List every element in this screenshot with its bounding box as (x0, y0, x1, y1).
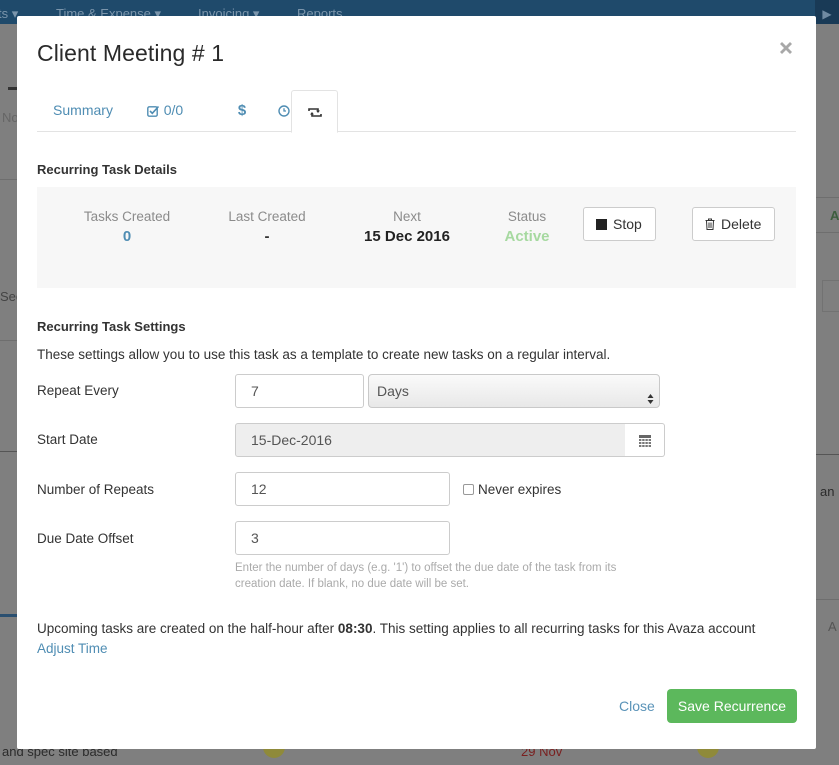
recurring-task-modal: Client Meeting # 1 Summary 0/0 $ Recurri… (17, 16, 816, 749)
clock-icon (278, 102, 290, 118)
tasks-created-stat: Tasks Created 0 (77, 209, 177, 245)
checkbox-icon (146, 102, 160, 118)
background-text: A (830, 208, 839, 223)
save-recurrence-button[interactable]: Save Recurrence (667, 689, 797, 723)
tasks-created-label: Tasks Created (83, 209, 171, 224)
repeat-unit-value: Days (377, 383, 409, 399)
background-nav-item: ts ▾ (0, 6, 19, 21)
background-divider (816, 454, 839, 455)
background-divider (0, 340, 17, 341)
number-of-repeats-value: 12 (251, 481, 267, 497)
background-divider (816, 599, 839, 600)
number-of-repeats-input[interactable]: 12 (235, 472, 450, 506)
background-text: an (820, 484, 835, 499)
start-date-input[interactable]: 15-Dec-2016 (235, 423, 626, 457)
repeat-every-label: Repeat Every (37, 383, 119, 398)
upcoming-time: 08:30 (337, 621, 373, 636)
background-divider (816, 232, 839, 233)
close-button[interactable]: Close (619, 698, 655, 714)
never-expires-label: Never expires (478, 482, 562, 497)
last-created-value: - (264, 228, 270, 245)
upcoming-prefix: Upcoming tasks are created on the half-h… (37, 621, 338, 636)
last-created-stat: Last Created - (217, 209, 317, 245)
stop-button-label: Stop (613, 216, 642, 232)
background-text: A (828, 619, 837, 634)
repeat-every-input[interactable]: 7 (235, 374, 364, 408)
close-icon[interactable] (778, 40, 796, 58)
next-value: 15 Dec 2016 (364, 228, 450, 245)
tab-recurring[interactable] (291, 90, 338, 133)
repeat-unit-select[interactable]: Days (368, 374, 660, 408)
trash-icon (705, 216, 721, 232)
background-divider (0, 179, 17, 180)
recurring-details-panel: Tasks Created 0 Last Created - Next 15 D… (37, 187, 796, 288)
due-date-offset-help: Enter the number of days (e.g. '1') to o… (235, 562, 617, 590)
tab-summary[interactable]: Summary (53, 90, 113, 132)
delete-button[interactable]: Delete (692, 207, 775, 241)
due-date-offset-label: Due Date Offset (37, 531, 134, 546)
status-stat: Status Active (497, 209, 557, 245)
start-date-label: Start Date (37, 432, 98, 447)
modal-title: Client Meeting # 1 (37, 40, 225, 66)
status-label: Status (507, 209, 547, 224)
number-of-repeats-label: Number of Repeats (37, 482, 155, 497)
due-date-offset-input[interactable]: 3 (235, 521, 450, 555)
never-expires-checkbox[interactable]: Never expires (463, 482, 561, 497)
last-created-label: Last Created (228, 209, 306, 224)
calendar-icon (638, 434, 651, 451)
next-label: Next (393, 209, 421, 224)
settings-description: These settings allow you to use this tas… (37, 347, 611, 362)
start-date-value: 15-Dec-2016 (251, 432, 332, 448)
dollar-icon: $ (237, 102, 247, 119)
tab-checklist-label: 0/0 (163, 102, 184, 118)
status-badge: Active (504, 228, 550, 245)
delete-button-label: Delete (721, 216, 762, 232)
repeat-every-value: 7 (251, 383, 259, 399)
tab-billing[interactable]: $ (227, 90, 257, 132)
stop-button[interactable]: Stop (583, 207, 656, 241)
background-box (822, 280, 839, 312)
checkbox-unchecked-icon[interactable] (463, 484, 474, 495)
tab-summary-label: Summary (53, 102, 113, 118)
settings-heading: Recurring Task Settings (37, 319, 186, 334)
stop-icon (596, 216, 613, 232)
details-heading: Recurring Task Details (37, 162, 177, 177)
background-divider (0, 451, 17, 452)
tab-checklist[interactable]: 0/0 (143, 90, 187, 132)
select-arrows-icon (647, 384, 654, 416)
upcoming-suffix: . This setting applies to all recurring … (372, 621, 756, 636)
retweet-icon (307, 103, 322, 119)
next-stat: Next 15 Dec 2016 (352, 209, 462, 245)
background-divider (816, 197, 839, 198)
modal-tabs: Summary 0/0 $ (37, 90, 796, 133)
due-date-offset-value: 3 (251, 530, 259, 546)
adjust-time-link[interactable]: Adjust Time (37, 641, 108, 656)
tasks-created-value: 0 (122, 228, 132, 245)
background-divider (0, 614, 17, 617)
upcoming-tasks-note: Upcoming tasks are created on the half-h… (37, 621, 755, 636)
calendar-button[interactable] (625, 423, 665, 457)
